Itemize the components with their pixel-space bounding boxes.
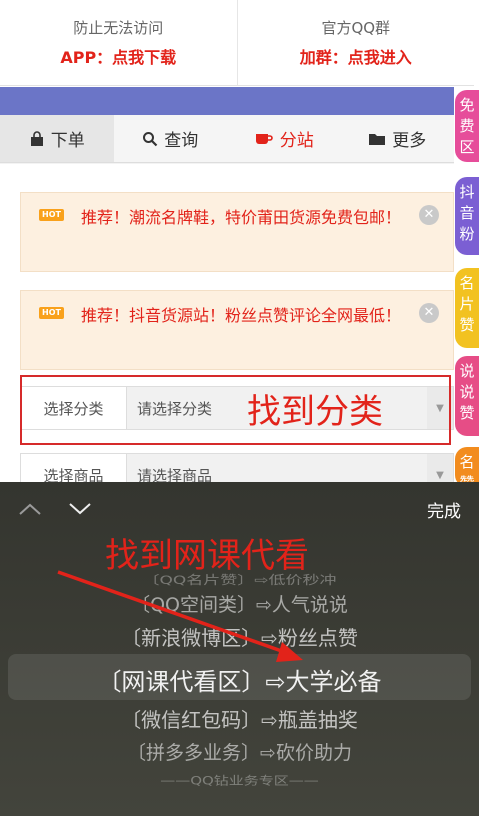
tab-order-label: 下单: [50, 131, 85, 151]
app-download-link[interactable]: 防止无法访问 APP：点我下载: [0, 0, 237, 85]
tab-substation[interactable]: 分站: [227, 115, 341, 162]
highlight-box: [20, 375, 451, 445]
annotation-arrow: [57, 570, 303, 662]
app-download-label: APP：点我下载: [60, 48, 177, 67]
folder-icon: [369, 133, 386, 145]
tab-bar: 下单 查询 分站 更多: [0, 115, 454, 163]
close-icon[interactable]: ✕: [419, 205, 439, 225]
bag-icon: [30, 130, 43, 146]
search-icon: [143, 131, 158, 146]
tab-more-label: 更多: [392, 131, 427, 151]
hot-badge: HOT: [39, 307, 64, 319]
tab-substation-label: 分站: [279, 131, 314, 151]
side-tab-label: 说说赞: [459, 362, 475, 422]
app-download-caption: 防止无法访问: [73, 19, 164, 37]
side-tab-label: 免费区: [459, 96, 475, 156]
qq-group-caption: 官方QQ群: [321, 19, 391, 37]
side-tab-douyin[interactable]: 抖音粉: [455, 177, 479, 255]
tab-order[interactable]: 下单: [0, 115, 114, 162]
tab-query-label: 查询: [164, 131, 199, 151]
side-tab-label: 抖音粉: [459, 183, 475, 243]
hot-badge: HOT: [39, 209, 64, 221]
header-banner: [0, 87, 454, 115]
notice-text: 推荐！抖音货源站！粉丝点赞评论全网最低！: [80, 306, 401, 325]
side-tab-name-like[interactable]: 名赞: [455, 447, 479, 487]
side-tab-free[interactable]: 免费区: [455, 90, 479, 162]
annotation-find-category: 找到分类: [247, 392, 383, 432]
side-tab-talk-like[interactable]: 说说赞: [455, 356, 479, 436]
tab-more[interactable]: 更多: [341, 115, 455, 162]
notice-banner: HOT 推荐！潮流名牌鞋，特价莆田货源免费包邮！ ✕: [20, 192, 454, 272]
top-bar: 防止无法访问 APP：点我下载 官方QQ群 加群：点我进入: [0, 0, 474, 86]
notice-banner: HOT 推荐！抖音货源站！粉丝点赞评论全网最低！ ✕: [20, 290, 454, 370]
tab-query[interactable]: 查询: [114, 115, 228, 162]
qq-group-label: 加群：点我进入: [299, 48, 412, 67]
cup-icon: [255, 133, 273, 144]
close-icon[interactable]: ✕: [419, 303, 439, 323]
side-tab-label: 名片赞: [459, 274, 475, 334]
side-tab-card-like[interactable]: 名片赞: [455, 268, 479, 348]
qq-group-link[interactable]: 官方QQ群 加群：点我进入: [236, 0, 475, 85]
notice-text: 推荐！潮流名牌鞋，特价莆田货源免费包邮！: [80, 208, 401, 227]
